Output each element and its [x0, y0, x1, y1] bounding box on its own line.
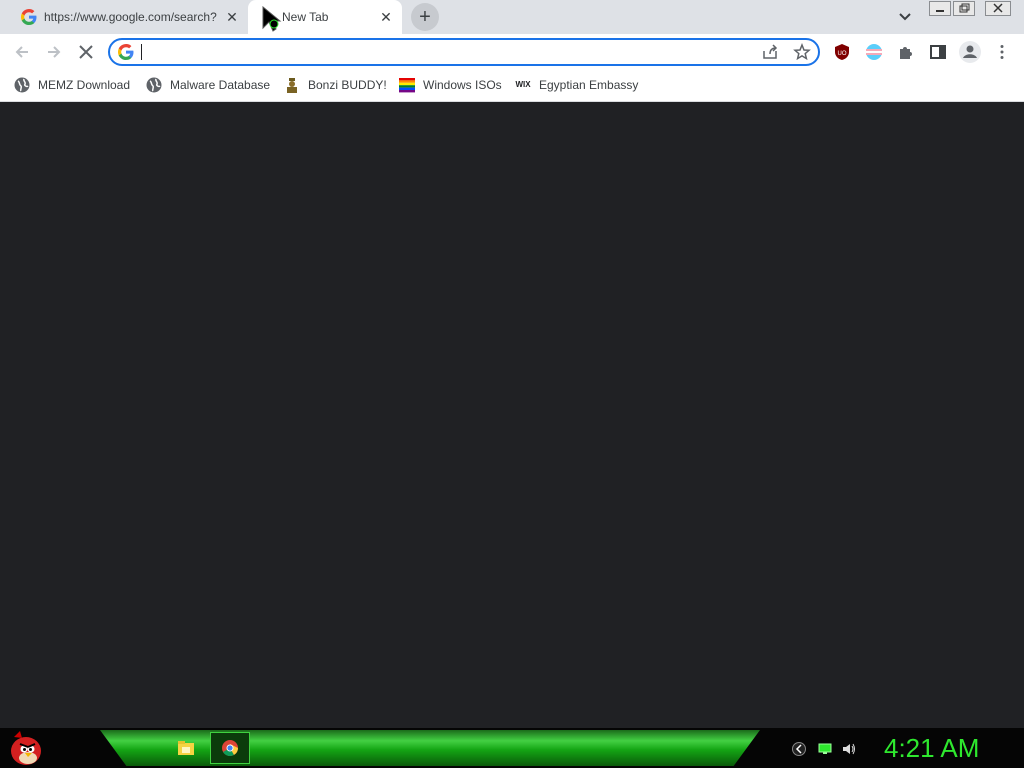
tab-close-icon[interactable]: ✕ [224, 9, 240, 25]
bookmark-windows-isos[interactable]: Windows ISOs [399, 76, 502, 94]
tab-google-search[interactable]: https://www.google.com/search? ✕ [8, 0, 248, 34]
chrome-icon [222, 740, 238, 756]
stop-loading-icon[interactable] [76, 42, 96, 62]
taskbar-decoration [100, 730, 760, 766]
taskbar-clock[interactable]: 4:21 AM [884, 732, 979, 764]
google-icon [21, 9, 37, 25]
restore-icon [959, 3, 970, 13]
minimize-button[interactable] [929, 1, 951, 16]
tab-close-icon[interactable]: ✕ [378, 9, 394, 25]
page-content[interactable] [0, 102, 1024, 728]
bookmark-malware-database[interactable]: Malware Database [146, 76, 270, 94]
star-icon[interactable] [793, 43, 811, 61]
bookmark-label: Malware Database [170, 78, 271, 92]
bookmark-memz-download[interactable]: MEMZ Download [14, 76, 130, 94]
bookmark-bonzi-buddy[interactable]: Bonzi BUDDY! [284, 76, 387, 94]
rainbow-flag-icon [399, 78, 415, 93]
bookmark-label: Bonzi BUDDY! [308, 78, 387, 92]
close-icon [993, 3, 1003, 13]
google-icon [118, 44, 134, 60]
mouse-cursor-icon [262, 6, 282, 32]
address-input[interactable] [144, 41, 744, 63]
wix-icon: WIX [515, 80, 531, 89]
bookmark-label: MEMZ Download [38, 78, 131, 92]
side-panel-icon[interactable] [929, 43, 947, 61]
close-window-button[interactable] [985, 1, 1011, 16]
tray-app-icon[interactable] [792, 742, 806, 756]
minimize-icon [936, 10, 944, 12]
bookmark-egyptian-embassy[interactable]: WIX Egyptian Embassy [515, 76, 638, 94]
profile-avatar-icon[interactable] [959, 41, 981, 63]
new-tab-button[interactable]: + [411, 3, 439, 31]
ublock-label: UO [838, 51, 847, 57]
puzzle-icon[interactable] [897, 43, 915, 61]
globe-icon [14, 77, 30, 93]
trans-flag-extension-icon[interactable] [865, 43, 883, 61]
bookmark-label: Egyptian Embassy [539, 78, 639, 92]
back-arrow-icon[interactable] [12, 42, 32, 62]
share-icon[interactable] [761, 43, 779, 61]
network-icon[interactable] [818, 742, 832, 756]
bookmark-label: Windows ISOs [423, 78, 502, 92]
bonzi-icon [287, 78, 297, 93]
ublock-origin-icon[interactable]: UO [833, 43, 851, 61]
restore-button[interactable] [953, 1, 975, 16]
text-caret [141, 44, 142, 60]
forward-arrow-icon[interactable] [44, 42, 64, 62]
more-menu-icon[interactable] [993, 43, 1011, 61]
globe-icon [146, 77, 162, 93]
chevron-down-icon[interactable] [896, 8, 914, 26]
file-explorer-icon[interactable] [176, 738, 196, 758]
start-button-angry-bird-icon[interactable] [6, 729, 46, 767]
tab-title: https://www.google.com/search? [44, 10, 217, 24]
volume-icon[interactable] [842, 742, 856, 756]
tab-title: New Tab [282, 10, 329, 24]
taskbar-chrome-button[interactable] [210, 732, 250, 764]
